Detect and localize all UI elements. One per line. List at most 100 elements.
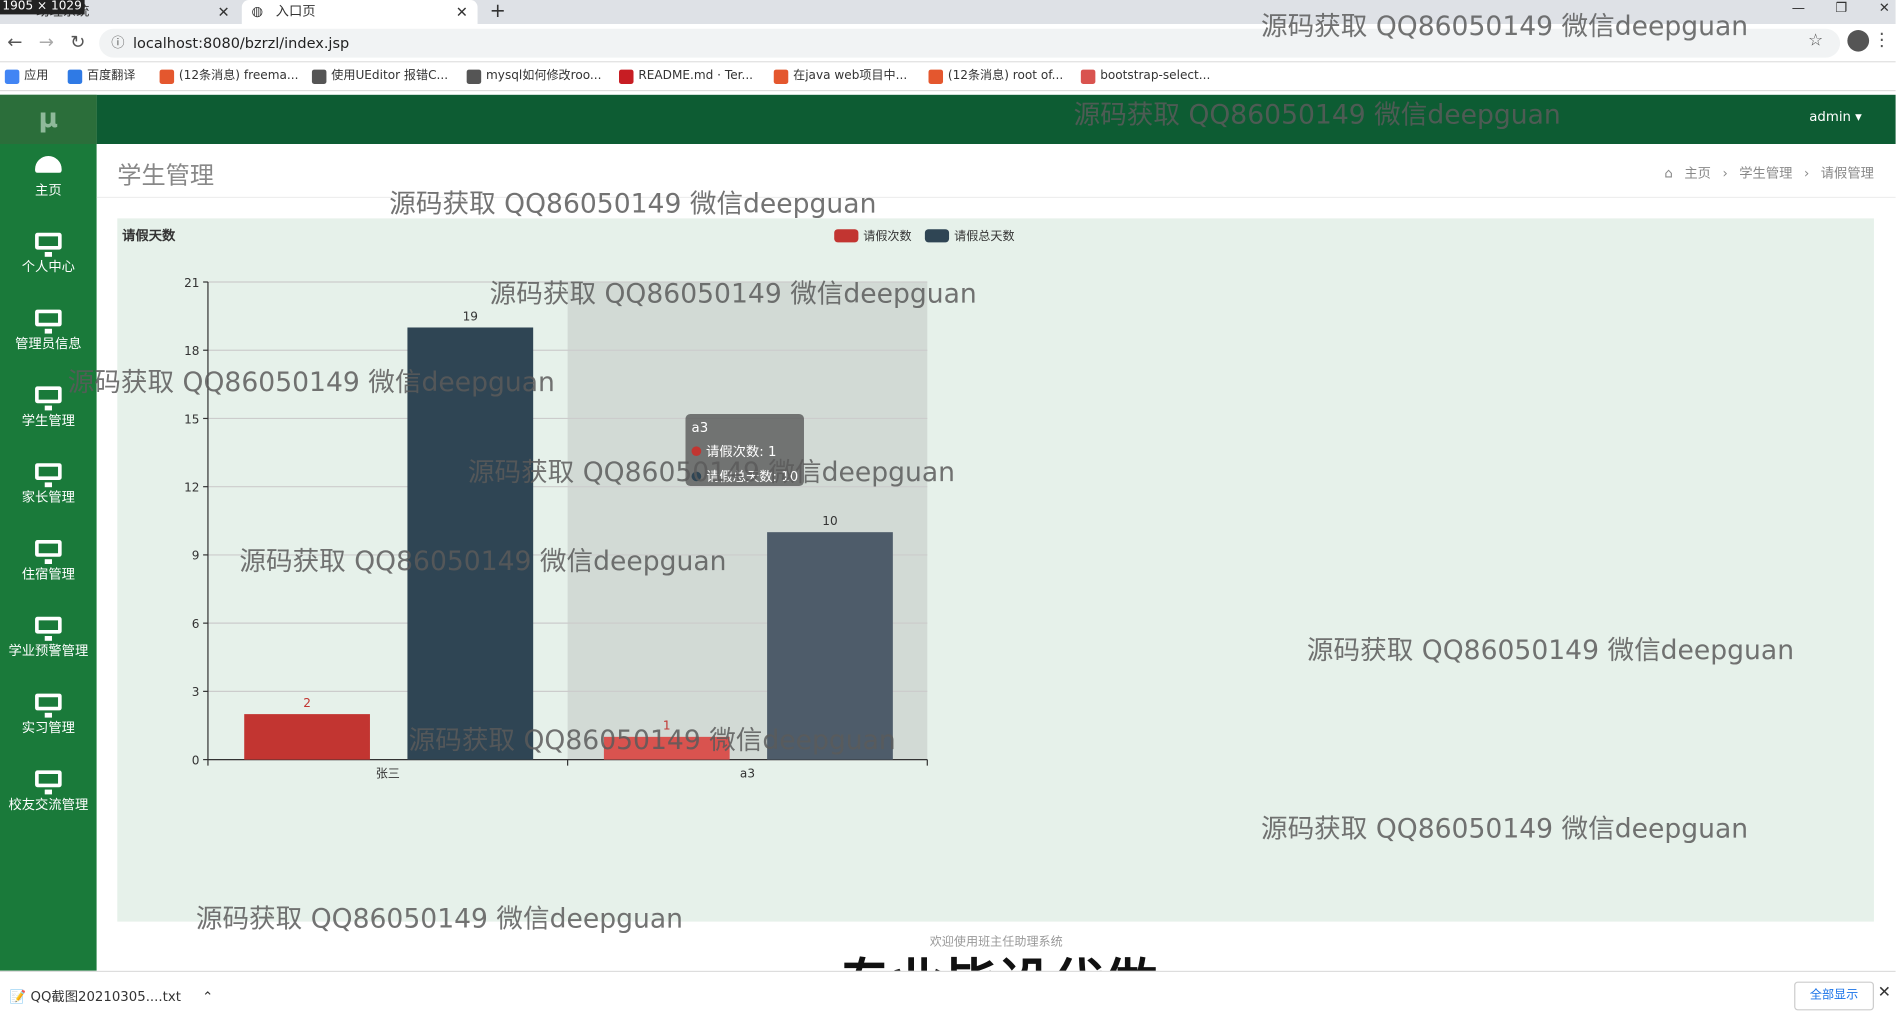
sidebar-item-label: 学业预警管理 xyxy=(8,643,89,659)
monitor-icon xyxy=(35,309,62,334)
bookmark-favicon-icon xyxy=(928,69,944,84)
close-icon[interactable]: ✕ xyxy=(1878,984,1891,1002)
bookmark-label: 百度翻译 xyxy=(87,69,136,83)
y-tick-label: 0 xyxy=(192,753,200,767)
info-icon[interactable]: ⓘ xyxy=(111,29,124,58)
watermark: 源码获取 QQ86050149 微信deepguan xyxy=(1260,814,1749,845)
tab-title: 入口页 xyxy=(275,3,316,20)
breadcrumb-separator: › xyxy=(1803,165,1810,182)
bookmark-item[interactable]: (12条消息) freema... xyxy=(159,67,298,86)
bookmark-label: (12条消息) root of... xyxy=(947,69,1064,83)
bookmark-favicon-icon xyxy=(1080,69,1096,84)
watermark: 源码获取 QQ86050149 微信deepguan xyxy=(467,458,956,489)
y-tick-label: 9 xyxy=(192,549,200,563)
forward-icon[interactable]: → xyxy=(39,31,54,53)
watermark: 源码获取 QQ86050149 微信deepguan xyxy=(239,547,727,578)
bookmark-item[interactable]: 百度翻译 xyxy=(67,67,136,86)
bookmark-label: README.md · Ter... xyxy=(638,69,754,83)
bookmark-star-icon[interactable]: ☆ xyxy=(1808,31,1823,50)
bookmark-favicon-icon xyxy=(466,69,482,84)
show-all-button[interactable]: 全部显示 xyxy=(1794,981,1874,1011)
y-tick-label: 6 xyxy=(192,617,200,631)
bookmark-item[interactable]: 使用UEditor 报错C... xyxy=(311,67,449,86)
bookmark-item[interactable]: 应用 xyxy=(4,67,49,86)
back-icon[interactable]: ← xyxy=(7,31,22,53)
x-tick-label: a3 xyxy=(740,767,755,781)
data-label: 19 xyxy=(463,309,478,323)
page-title: 学生管理 xyxy=(117,160,214,190)
close-icon[interactable]: ✕ xyxy=(456,0,468,24)
sidebar-item[interactable]: 学业预警管理 xyxy=(0,605,97,677)
bookmark-item[interactable]: README.md · Ter... xyxy=(619,67,753,86)
bookmark-label: 使用UEditor 报错C... xyxy=(331,69,449,83)
browser-tab-2[interactable]: ◍ 入口页 ✕ xyxy=(241,0,478,24)
breadcrumb-home[interactable]: 主页 xyxy=(1684,166,1711,182)
watermark: 源码获取 QQ86050149 微信deepguan xyxy=(489,279,977,310)
y-tick-label: 15 xyxy=(184,412,199,426)
monitor-icon xyxy=(35,540,62,565)
bookmarks-bar: 应用 百度翻译 (12条消息) freema... 使用UEditor 报错C... m… xyxy=(0,62,1896,92)
sidebar-item[interactable]: 主页 xyxy=(0,144,97,216)
close-window-icon[interactable]: ✕ xyxy=(1879,0,1890,16)
watermark: 源码获取 QQ86050149 微信deepguan xyxy=(1260,12,1749,42)
watermark: 源码获取 QQ86050149 微信deepguan xyxy=(1073,100,1561,131)
monitor-icon xyxy=(35,463,62,488)
bookmark-item[interactable]: mysql如何修改roo... xyxy=(466,67,602,86)
bookmark-item[interactable]: (12条消息) root of... xyxy=(928,67,1064,86)
breadcrumb-current: 请假管理 xyxy=(1820,165,1874,182)
minimize-icon[interactable]: — xyxy=(1792,0,1805,16)
file-icon: 📝 xyxy=(9,988,27,1005)
bookmark-favicon-icon xyxy=(311,69,327,84)
sidebar-item[interactable]: 实习管理 xyxy=(0,682,97,754)
watermark: 源码获取 QQ86050149 微信deepguan xyxy=(1306,636,1795,666)
home-icon: ⌂ xyxy=(1664,165,1673,182)
bookmark-item[interactable]: 在java web项目中... xyxy=(773,67,908,86)
bookmark-favicon-icon xyxy=(773,69,789,84)
logo: μ xyxy=(0,94,97,144)
sidebar-item-label: 实习管理 xyxy=(21,720,75,736)
bookmark-favicon-icon xyxy=(67,69,83,84)
download-item[interactable]: 📝 QQ截图20210305....txt ⌃ xyxy=(10,986,214,1005)
url-text: localhost:8080/bzrzl/index.jsp xyxy=(132,34,350,52)
watermark: 源码获取 QQ86050149 微信deepguan xyxy=(195,904,684,935)
reload-icon[interactable]: ↻ xyxy=(70,31,85,53)
sidebar-item[interactable]: 住宿管理 xyxy=(0,528,97,600)
user-menu[interactable]: admin ▾ xyxy=(1809,109,1862,125)
menu-icon[interactable]: ⋮ xyxy=(1873,29,1891,51)
sidebar-item[interactable]: 个人中心 xyxy=(0,221,97,293)
sidebar-item[interactable]: 管理员信息 xyxy=(0,298,97,370)
bookmark-favicon-icon xyxy=(159,69,175,84)
y-tick-label: 12 xyxy=(184,481,199,495)
sidebar-item-label: 住宿管理 xyxy=(21,566,75,582)
chevron-up-icon[interactable]: ⌃ xyxy=(202,989,213,1005)
bookmark-label: mysql如何修改roo... xyxy=(486,69,602,83)
profile-avatar[interactable] xyxy=(1847,30,1870,52)
watermark: 源码获取 QQ86050149 微信deepguan xyxy=(389,189,877,220)
sidebar-item-label: 管理员信息 xyxy=(15,336,82,352)
sidebar-item-label: 主页 xyxy=(35,182,62,199)
monitor-icon xyxy=(35,693,62,718)
data-label: 10 xyxy=(822,514,837,528)
sidebar-item[interactable]: 校友交流管理 xyxy=(0,758,97,830)
screen: 助理系统 ✕ ◍ 入口页 ✕ + 1905 × 1029 — ❐ ✕ ← → ↻… xyxy=(0,0,1896,1020)
close-icon[interactable]: ✕ xyxy=(218,0,230,24)
top-navbar: admin ▾ xyxy=(96,94,1896,144)
new-tab-button[interactable]: + xyxy=(490,0,506,22)
y-tick-label: 21 xyxy=(184,276,199,290)
monitor-icon xyxy=(35,386,62,411)
size-badge: 1905 × 1029 xyxy=(0,0,85,15)
dashboard-icon xyxy=(35,156,62,173)
bookmark-favicon-icon xyxy=(4,69,20,84)
breadcrumb-item[interactable]: 学生管理 xyxy=(1739,166,1792,182)
restore-icon[interactable]: ❐ xyxy=(1835,0,1847,16)
bookmark-favicon-icon xyxy=(619,69,634,84)
download-filename: QQ截图20210305....txt xyxy=(30,988,181,1005)
bookmark-label: 应用 xyxy=(24,69,49,83)
bookmark-item[interactable]: bootstrap-select... xyxy=(1080,67,1210,86)
download-bar: 📝 QQ截图20210305....txt ⌃ 全部显示 ✕ xyxy=(0,970,1896,1020)
page-header: 学生管理 ⌂ 主页 › 学生管理 › 请假管理 xyxy=(96,144,1896,199)
bookmark-label: 在java web项目中... xyxy=(793,69,908,83)
sidebar-item[interactable]: 家长管理 xyxy=(0,451,97,523)
data-label: 2 xyxy=(303,696,311,710)
y-tick-label: 18 xyxy=(184,344,199,358)
